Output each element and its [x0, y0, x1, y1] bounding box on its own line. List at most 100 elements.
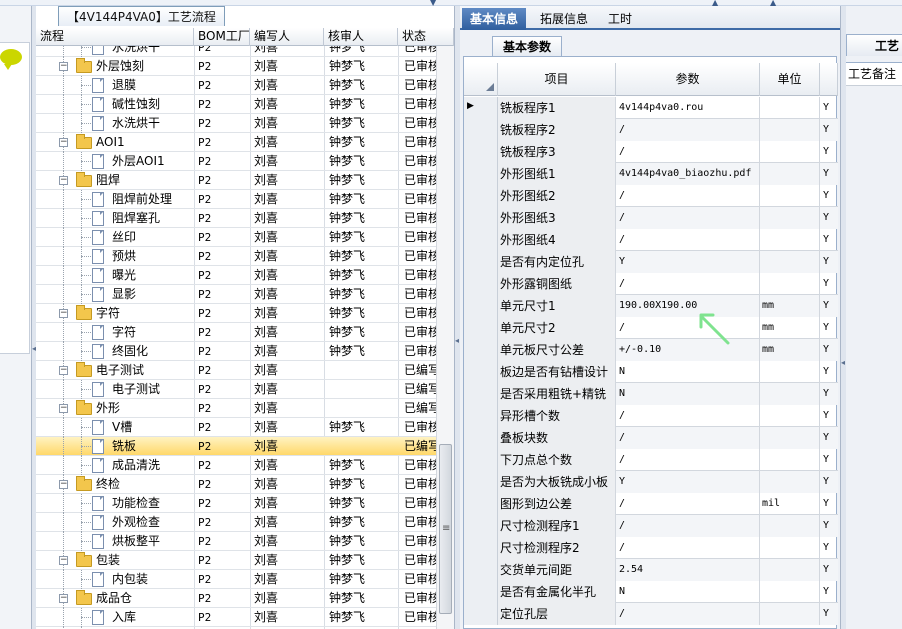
row-header[interactable] [464, 317, 498, 339]
param-unit[interactable] [760, 449, 820, 471]
tree-step-row[interactable]: 电子测试 P2 刘喜 已编写 [36, 380, 436, 399]
param-flag[interactable]: Y [820, 97, 838, 119]
grid-column-flag[interactable] [820, 63, 838, 96]
row-header[interactable] [464, 185, 498, 207]
param-row[interactable]: 单元尺寸2/mm Y [464, 317, 838, 339]
param-flag[interactable]: Y [820, 317, 838, 339]
tab-work-hours[interactable]: 工时 [600, 8, 640, 30]
tree-group-row[interactable]: − AOI1 P2 刘喜 钟梦飞 已审核 [36, 133, 436, 152]
row-header[interactable] [464, 163, 498, 185]
param-unit[interactable] [760, 383, 820, 405]
row-header[interactable] [464, 405, 498, 427]
tree-step-row[interactable]: 水洗烘干 P2 刘喜 钟梦飞 已审核 [36, 46, 436, 57]
tree-step-row[interactable]: 退膜 P2 刘喜 钟梦飞 已审核 [36, 76, 436, 95]
param-flag[interactable]: Y [820, 185, 838, 207]
row-header[interactable] [464, 339, 498, 361]
tree-node[interactable]: − 阻焊 [36, 171, 192, 190]
param-row[interactable]: 定位孔层 / Y [464, 603, 838, 625]
param-flag[interactable]: Y [820, 361, 838, 383]
param-unit[interactable] [760, 163, 820, 185]
param-flag[interactable]: Y [820, 449, 838, 471]
tab-basic-info[interactable]: 基本信息 [462, 8, 527, 30]
param-row[interactable]: 外形图纸1 4v144p4va0_biaozhu.pdf Y [464, 163, 838, 185]
row-header[interactable] [464, 581, 498, 603]
tree-node[interactable]: 曝光 [36, 266, 192, 285]
tree-group-row[interactable]: − 包装 P2 刘喜 钟梦飞 已审核 [36, 551, 436, 570]
tree-node[interactable]: 外层AOI1 [36, 152, 192, 171]
param-row[interactable]: 是否采用粗铣+精铣 N Y [464, 383, 838, 405]
tree-node[interactable]: − 字符 [36, 304, 192, 323]
tree-node[interactable]: 阻焊前处理 [36, 190, 192, 209]
param-unit[interactable] [760, 603, 820, 625]
scroll-thumb[interactable]: ≡ [439, 444, 452, 614]
column-writer[interactable]: 编写人 [250, 28, 324, 46]
tree-node[interactable]: − 外层蚀刻 [36, 57, 192, 76]
tree-node[interactable]: − 包装 [36, 551, 192, 570]
tab-extended-info[interactable]: 拓展信息 [532, 8, 596, 30]
tree-node[interactable]: 预烘 [36, 247, 192, 266]
tree-step-row[interactable]: 入库 P2 刘喜 钟梦飞 已审核 [36, 608, 436, 627]
tree-step-row[interactable]: 内包装 P2 刘喜 钟梦飞 已审核 [36, 570, 436, 589]
param-flag[interactable]: Y [820, 229, 838, 251]
param-row[interactable]: 下刀点总个数 / Y [464, 449, 838, 471]
tree-step-row[interactable]: 功能检查 P2 刘喜 钟梦飞 已审核 [36, 494, 436, 513]
param-value[interactable]: / [616, 141, 760, 163]
param-flag[interactable]: Y [820, 471, 838, 493]
param-unit[interactable] [760, 141, 820, 163]
collapse-toggle-icon[interactable]: − [59, 138, 68, 147]
param-flag[interactable]: Y [820, 339, 838, 361]
tree-step-row[interactable]: 外观检查 P2 刘喜 钟梦飞 已审核 [36, 513, 436, 532]
param-row[interactable]: ▶ 铣板程序1 4v144p4va0.rou Y [464, 97, 838, 119]
row-header[interactable] [464, 537, 498, 559]
tree-node[interactable]: 显影 [36, 285, 192, 304]
tree-group-row[interactable]: − 成品仓 P2 刘喜 钟梦飞 已审核 [36, 589, 436, 608]
tree-node[interactable]: 阻焊塞孔 [36, 209, 192, 228]
param-unit[interactable] [760, 537, 820, 559]
tree-node[interactable]: 外观检查 [36, 513, 192, 532]
param-unit[interactable] [760, 97, 820, 119]
tree-scrollbar[interactable]: ≡ [436, 46, 454, 629]
tree-node[interactable]: 退膜 [36, 76, 192, 95]
tree-node[interactable]: − AOI1 [36, 133, 192, 152]
param-row[interactable]: 交货单元间距 2.54 Y [464, 559, 838, 581]
tree-node[interactable]: 水洗烘干 [36, 114, 192, 133]
param-unit[interactable] [760, 427, 820, 449]
tree-step-row[interactable]: 碱性蚀刻 P2 刘喜 钟梦飞 已审核 [36, 95, 436, 114]
row-header[interactable] [464, 273, 498, 295]
param-value[interactable]: 190.00X190.00 [616, 295, 760, 317]
tree-node[interactable]: 成品清洗 [36, 456, 192, 475]
tree-group-row[interactable]: − 外层蚀刻 P2 刘喜 钟梦飞 已审核 [36, 57, 436, 76]
param-unit[interactable]: mm [760, 317, 820, 339]
param-value[interactable]: / [616, 207, 760, 229]
subtab-basic-params[interactable]: 基本参数 [492, 36, 563, 56]
column-checker[interactable]: 核审人 [324, 28, 398, 46]
splitter-arrow-icon[interactable]: ◂ [455, 336, 459, 345]
collapse-toggle-icon[interactable]: − [59, 594, 68, 603]
tree-group-row[interactable]: − 阻焊 P2 刘喜 钟梦飞 已审核 [36, 171, 436, 190]
param-row[interactable]: 是否有内定位孔 Y Y [464, 251, 838, 273]
param-unit[interactable] [760, 207, 820, 229]
row-header[interactable] [464, 493, 498, 515]
param-value[interactable]: / [616, 317, 760, 339]
tree-step-row[interactable]: 终固化 P2 刘喜 钟梦飞 已审核 [36, 342, 436, 361]
tree-group-row[interactable]: − 终检 P2 刘喜 钟梦飞 已审核 [36, 475, 436, 494]
param-value[interactable]: / [616, 515, 760, 537]
param-unit[interactable] [760, 273, 820, 295]
param-row[interactable]: 单元尺寸1 190.00X190.00 mm Y [464, 295, 838, 317]
tree-node[interactable]: − 电子测试 [36, 361, 192, 380]
param-flag[interactable]: Y [820, 207, 838, 229]
param-flag[interactable]: Y [820, 141, 838, 163]
param-row[interactable]: 异形槽个数 / Y [464, 405, 838, 427]
param-flag[interactable]: Y [820, 515, 838, 537]
param-value[interactable]: / [616, 537, 760, 559]
row-header[interactable] [464, 361, 498, 383]
tree-step-row[interactable]: 铣板 P2 刘喜 已编写 [36, 437, 436, 456]
row-header[interactable] [464, 207, 498, 229]
collapse-toggle-icon[interactable]: − [59, 480, 68, 489]
grid-column-value[interactable]: 参数 [616, 63, 760, 96]
tree-step-row[interactable]: 水洗烘干 P2 刘喜 钟梦飞 已审核 [36, 114, 436, 133]
param-value[interactable]: +/-0.10 [616, 339, 760, 361]
row-header[interactable] [464, 295, 498, 317]
tree-node[interactable]: 功能检查 [36, 494, 192, 513]
param-value[interactable]: N [616, 581, 760, 603]
